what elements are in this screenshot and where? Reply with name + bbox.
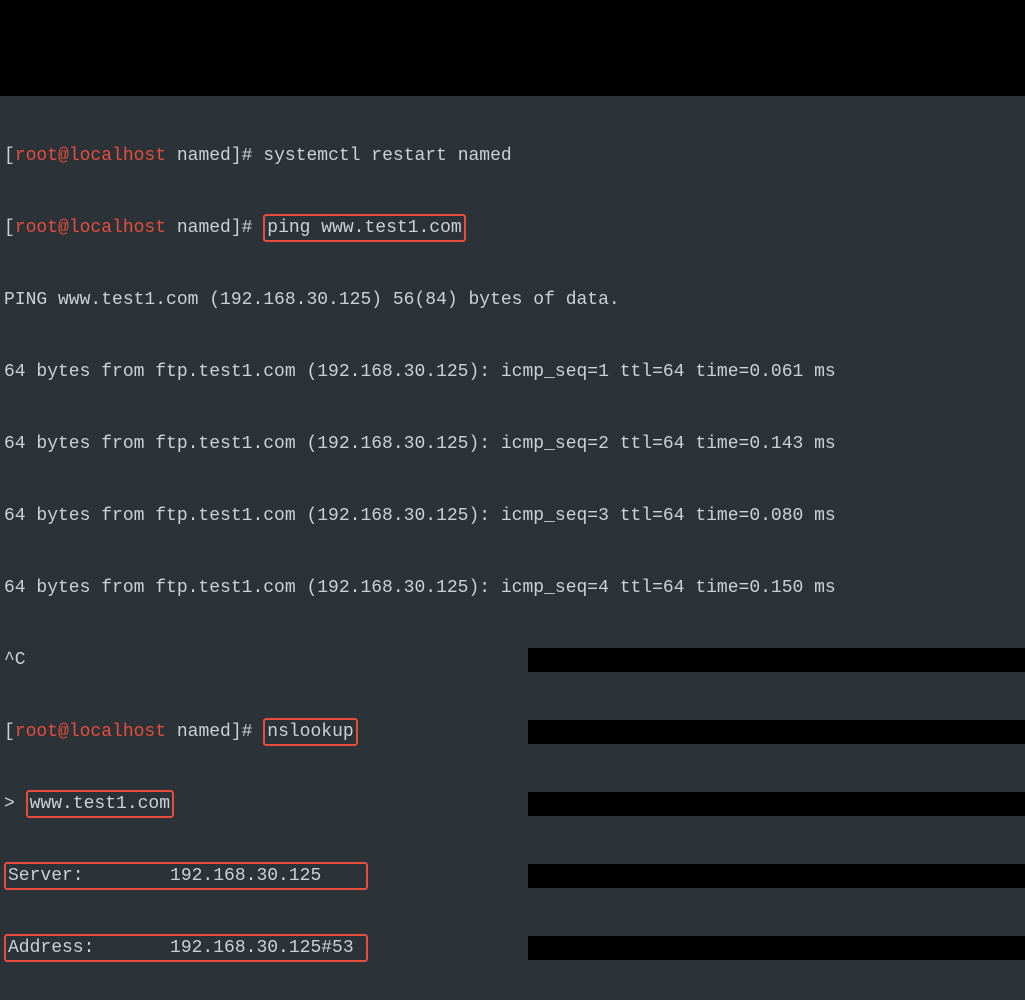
ns-query-line: > www.test1.com <box>0 792 1025 816</box>
terminal[interactable]: [root@localhost named]# systemctl restar… <box>0 96 1025 1000</box>
prompt-close: ]# <box>231 144 263 168</box>
ping-reply: 64 bytes from ftp.test1.com (192.168.30.… <box>0 576 1025 600</box>
ns-addr-box: Address: 192.168.30.125#53 <box>4 934 368 962</box>
nslookup-command: nslookup <box>263 718 357 746</box>
ping-reply: 64 bytes from ftp.test1.com (192.168.30.… <box>0 432 1025 456</box>
prompt-dir: named <box>166 144 231 168</box>
line-1: [root@localhost named]# systemctl restar… <box>0 144 1025 168</box>
line-2: [root@localhost named]# ping www.test1.c… <box>0 216 1025 240</box>
ctrl-c: ^C <box>0 648 1025 672</box>
prompt-user: root@localhost <box>15 144 166 168</box>
ns-prompt: > <box>4 792 26 816</box>
ping-reply: 64 bytes from ftp.test1.com (192.168.30.… <box>0 504 1025 528</box>
ns-query: www.test1.com <box>26 790 174 818</box>
ping-reply: 64 bytes from ftp.test1.com (192.168.30.… <box>0 360 1025 384</box>
ns-addr-line: Address: 192.168.30.125#53 <box>0 936 1025 960</box>
ns-server-box: Server: 192.168.30.125 <box>4 862 368 890</box>
systemctl-command: systemctl restart named <box>263 144 511 168</box>
prompt-open: [ <box>4 144 15 168</box>
line-nslookup: [root@localhost named]# nslookup <box>0 720 1025 744</box>
ping-header: PING www.test1.com (192.168.30.125) 56(8… <box>0 288 1025 312</box>
ping-command: ping www.test1.com <box>263 214 465 242</box>
ns-server-line: Server: 192.168.30.125 <box>0 864 1025 888</box>
